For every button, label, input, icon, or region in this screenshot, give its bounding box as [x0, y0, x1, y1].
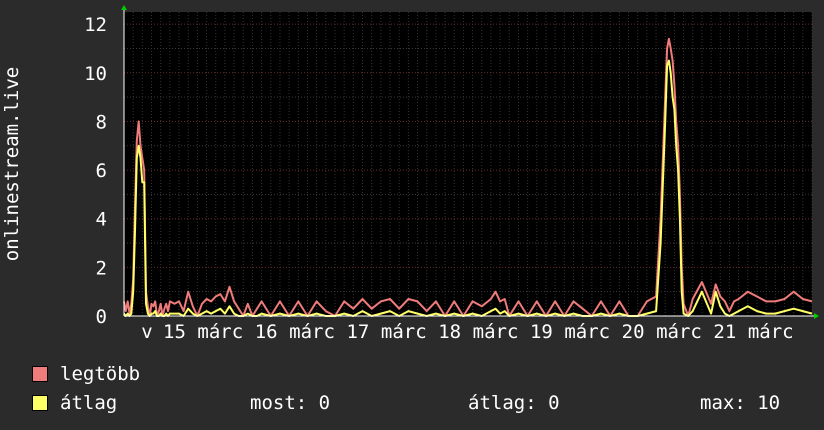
y-tick-label: 4	[96, 209, 107, 231]
x-tick-label: 17	[346, 321, 369, 343]
legend-swatch-avg	[32, 395, 48, 411]
x-tick-label: márc	[197, 321, 243, 343]
legend-label-avg: átlag	[60, 392, 118, 414]
chart: 0 2 4 6 8 10 12 v 15 márc 16 márc 17 márc 18 márc 19 már…	[1, 5, 819, 343]
x-tick-label: márc	[289, 321, 335, 343]
x-tick-label: 18	[438, 321, 461, 343]
y-axis-arrow	[121, 5, 127, 10]
stat-max: max: 10	[700, 392, 781, 414]
y-tick-labels: 0 2 4 6 8 10 12	[84, 14, 107, 328]
y-tick-label: 0	[96, 306, 107, 328]
x-tick-label: márc	[748, 321, 794, 343]
legend-item-max: legtöbb	[32, 363, 140, 385]
x-tick-label: márc	[381, 321, 427, 343]
x-tick-label: 16	[255, 321, 278, 343]
y-tick-label: 12	[84, 14, 107, 36]
x-tick-label: márc	[564, 321, 610, 343]
plot-area	[124, 12, 812, 316]
x-tick-label: 20	[622, 321, 645, 343]
x-tick-label: márc	[656, 321, 702, 343]
legend-swatch-max	[32, 366, 48, 382]
stat-now: most: 0	[250, 392, 331, 414]
x-tick-label: 15	[163, 321, 186, 343]
x-tick-labels: v 15 márc 16 márc 17 márc 18 márc 19 márc 20 márc 21 m…	[141, 321, 793, 343]
x-tick-label: v	[141, 321, 152, 343]
legend-item-avg: átlag	[32, 392, 117, 414]
y-tick-label: 8	[96, 111, 107, 133]
stat-average: átlag: 0	[468, 392, 560, 414]
x-tick-label: 19	[530, 321, 553, 343]
x-tick-label: márc	[473, 321, 519, 343]
y-axis-label: onlinestream.live	[1, 67, 23, 261]
legend-label-max: legtöbb	[60, 363, 141, 385]
y-tick-label: 10	[84, 63, 107, 85]
y-tick-label: 2	[96, 257, 107, 279]
x-tick-label: 21	[713, 321, 736, 343]
y-tick-label: 6	[96, 160, 107, 182]
x-axis-arrow	[814, 313, 819, 319]
